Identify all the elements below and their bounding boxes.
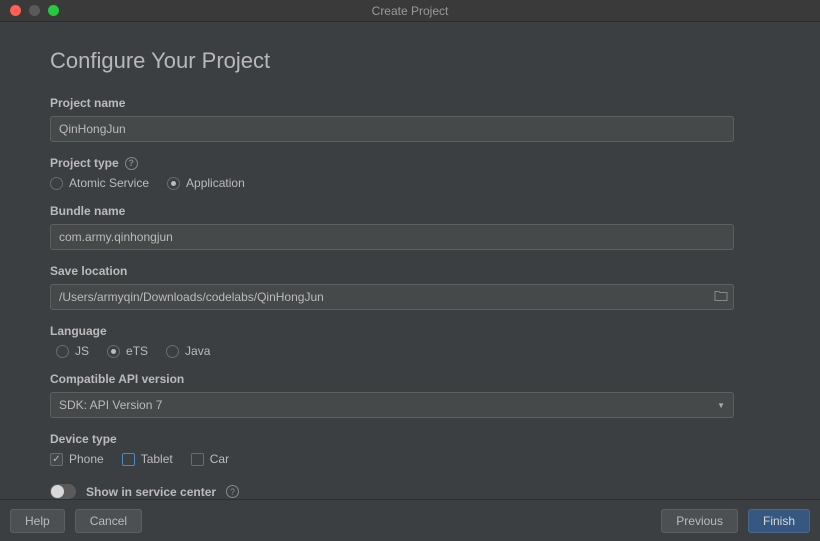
api-version-select[interactable]: SDK: API Version 7 ▼ <box>50 392 734 418</box>
save-location-label: Save location <box>50 264 770 278</box>
titlebar: Create Project <box>0 0 820 22</box>
radio-icon <box>167 177 180 190</box>
chevron-down-icon: ▼ <box>717 401 725 410</box>
bundle-name-input[interactable] <box>50 224 734 250</box>
checkbox-icon <box>122 453 135 466</box>
radio-atomic-service[interactable]: Atomic Service <box>50 176 149 190</box>
radio-js[interactable]: JS <box>56 344 89 358</box>
service-center-toggle[interactable] <box>50 484 76 499</box>
help-button[interactable]: Help <box>10 509 65 533</box>
folder-icon[interactable] <box>714 290 728 305</box>
footer: Help Cancel Previous Finish <box>0 499 820 541</box>
bundle-name-label: Bundle name <box>50 204 770 218</box>
language-group: Language JS eTS Java <box>50 324 770 358</box>
api-version-group: Compatible API version SDK: API Version … <box>50 372 770 418</box>
save-location-group: Save location <box>50 264 770 310</box>
help-icon[interactable]: ? <box>226 485 239 498</box>
checkbox-car[interactable]: Car <box>191 452 229 466</box>
page-title: Configure Your Project <box>50 48 770 74</box>
close-window-button[interactable] <box>10 5 21 16</box>
radio-icon <box>107 345 120 358</box>
project-name-input[interactable] <box>50 116 734 142</box>
minimize-window-button[interactable] <box>29 5 40 16</box>
radio-icon <box>166 345 179 358</box>
service-center-label: Show in service center <box>86 485 216 499</box>
save-location-input[interactable] <box>50 284 734 310</box>
cancel-button[interactable]: Cancel <box>75 509 142 533</box>
previous-button[interactable]: Previous <box>661 509 738 533</box>
project-name-group: Project name <box>50 96 770 142</box>
api-version-label: Compatible API version <box>50 372 770 386</box>
project-type-group: Project type ? Atomic Service Applicatio… <box>50 156 770 190</box>
radio-icon <box>56 345 69 358</box>
project-name-label: Project name <box>50 96 770 110</box>
maximize-window-button[interactable] <box>48 5 59 16</box>
device-type-label: Device type <box>50 432 770 446</box>
checkbox-icon <box>50 453 63 466</box>
checkbox-phone[interactable]: Phone <box>50 452 104 466</box>
language-label: Language <box>50 324 770 338</box>
project-type-label: Project type ? <box>50 156 770 170</box>
window-controls <box>0 5 59 16</box>
bundle-name-group: Bundle name <box>50 204 770 250</box>
radio-icon <box>50 177 63 190</box>
window-title: Create Project <box>372 4 449 18</box>
content-area: Configure Your Project Project name Proj… <box>0 22 820 499</box>
radio-ets[interactable]: eTS <box>107 344 148 358</box>
checkbox-tablet[interactable]: Tablet <box>122 452 173 466</box>
finish-button[interactable]: Finish <box>748 509 810 533</box>
help-icon[interactable]: ? <box>125 157 138 170</box>
checkbox-icon <box>191 453 204 466</box>
radio-java[interactable]: Java <box>166 344 210 358</box>
device-type-group: Device type Phone Tablet Car Show in ser… <box>50 432 770 499</box>
radio-application[interactable]: Application <box>167 176 245 190</box>
